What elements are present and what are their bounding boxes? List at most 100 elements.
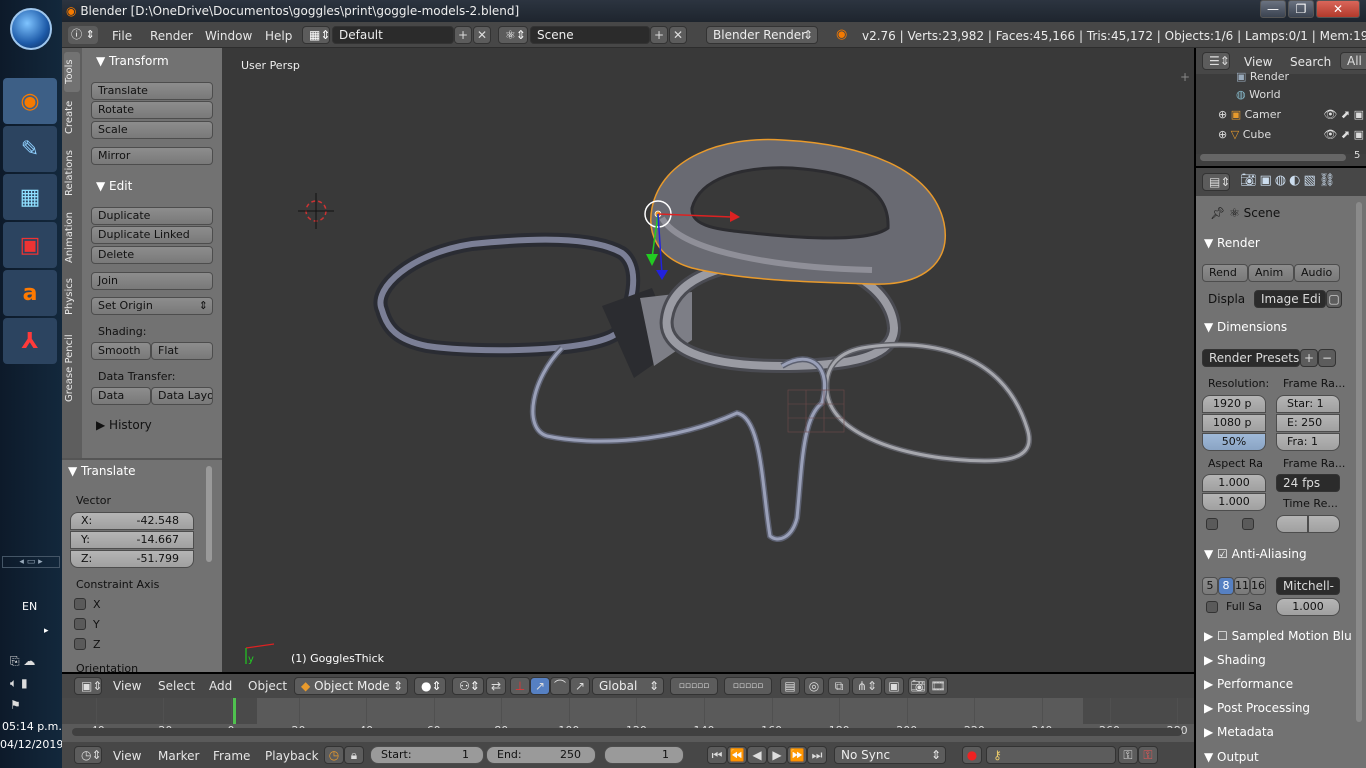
frame-step-field[interactable]: Fra: 1 xyxy=(1276,433,1340,451)
translate-button[interactable]: Translate xyxy=(91,82,213,100)
menu-frame[interactable]: Frame xyxy=(213,749,250,763)
render-presets-dropdown[interactable]: Render Presets xyxy=(1202,349,1300,367)
aa-samples-5[interactable]: 5 xyxy=(1202,577,1218,595)
layers-grid-b[interactable]: ▫▫▫▫▫ xyxy=(724,677,772,695)
data-layout-button[interactable]: Data Layo xyxy=(151,387,213,405)
aa-samples-16[interactable]: 16 xyxy=(1250,577,1266,595)
resolution-x-field[interactable]: 1920 p xyxy=(1202,395,1266,413)
render-button[interactable]: Rend xyxy=(1202,264,1248,282)
pin-icon[interactable]: 📌︎ xyxy=(1210,206,1225,220)
add-preset-button[interactable]: + xyxy=(1300,349,1318,367)
shading-panel-title[interactable]: ▶ Shading xyxy=(1204,653,1266,667)
jump-keyframe-back-button[interactable]: ⏪ xyxy=(727,746,747,764)
crop-checkbox[interactable] xyxy=(1242,518,1254,530)
editor-type-icon[interactable]: ◷⇕ xyxy=(74,746,102,764)
list-item[interactable]: ⊕ ▣ Camer 👁︎ ⬈ ▣ xyxy=(1218,108,1364,121)
manipulator-toggle[interactable]: ⇄ xyxy=(486,677,506,695)
render-anim-icon[interactable]: 🎞︎ xyxy=(928,677,948,695)
operator-title[interactable]: ▼ Translate xyxy=(68,464,136,478)
transform-panel-title[interactable]: ▼ Transform xyxy=(96,54,169,68)
smooth-button[interactable]: Smooth xyxy=(91,342,151,360)
performance-panel-title[interactable]: ▶ Performance xyxy=(1204,677,1293,691)
vector-x-field[interactable]: X: -42.548 xyxy=(70,512,194,530)
constraint-y-checkbox[interactable] xyxy=(74,618,86,630)
notepad-taskbar-icon[interactable]: ✎ xyxy=(3,126,57,172)
control-panel-taskbar-icon[interactable]: ▦ xyxy=(3,174,57,220)
menu-view[interactable]: View xyxy=(1244,55,1272,69)
layers-grid-a[interactable]: ▫▫▫▫▫ xyxy=(670,677,718,695)
3d-viewport[interactable]: User Persp y (1) GogglesThick + xyxy=(222,48,1194,672)
output-panel-title[interactable]: ▼ Output xyxy=(1204,750,1259,764)
start-frame-field[interactable]: Start: 1 xyxy=(370,746,484,764)
jump-keyframe-forward-button[interactable]: ⏩ xyxy=(787,746,807,764)
history-panel-title[interactable]: ▶ History xyxy=(96,418,152,432)
menu-search[interactable]: Search xyxy=(1290,55,1331,69)
time-remap-old-field[interactable] xyxy=(1276,515,1308,533)
frame-start-field[interactable]: Star: 1 xyxy=(1276,395,1340,413)
maximize-button[interactable]: ❐ xyxy=(1288,0,1314,18)
tab-grease-pencil[interactable]: Grease Pencil xyxy=(64,328,80,408)
close-button[interactable]: ✕ xyxy=(1316,0,1360,18)
transform-orientation-icon[interactable]: ↗ xyxy=(570,677,590,695)
clock-date[interactable]: 04/12/2019 xyxy=(0,738,63,751)
metadata-panel-title[interactable]: ▶ Metadata xyxy=(1204,725,1274,739)
border-checkbox[interactable] xyxy=(1206,518,1218,530)
menu-view[interactable]: View xyxy=(113,749,141,763)
render-engine-dropdown[interactable]: Blender Render ⇕ xyxy=(706,26,818,44)
rotate-button[interactable]: Rotate xyxy=(91,101,213,119)
tab-tools[interactable]: Tools xyxy=(64,52,80,92)
snap-target-icon[interactable]: ▣ xyxy=(884,677,904,695)
remove-layout-button[interactable]: ✕ xyxy=(473,26,491,44)
resolution-percent-field[interactable]: 50% xyxy=(1202,433,1266,451)
editor-type-icon[interactable]: ⓘ ⇕ xyxy=(68,26,98,44)
menu-playback[interactable]: Playback xyxy=(265,749,319,763)
timeline-scrollbar[interactable] xyxy=(72,728,1182,736)
menu-marker[interactable]: Marker xyxy=(158,749,199,763)
join-button[interactable]: Join xyxy=(91,272,213,290)
toolbox-taskbar-icon[interactable]: ▣ xyxy=(3,222,57,268)
tab-relations[interactable]: Relations xyxy=(64,144,80,202)
minimize-button[interactable]: — xyxy=(1260,0,1286,18)
aa-filter-size-field[interactable]: 1.000 xyxy=(1276,598,1340,616)
outliner-hscrollbar[interactable] xyxy=(1200,154,1346,161)
dimensions-panel-title[interactable]: ▼ Dimensions xyxy=(1204,320,1287,334)
add-layout-button[interactable]: + xyxy=(454,26,472,44)
aa-filter-dropdown[interactable]: Mitchell- xyxy=(1276,577,1340,595)
anti-aliasing-panel-title[interactable]: ▼ ☑ Anti-Aliasing xyxy=(1204,547,1307,561)
aa-samples-8[interactable]: 8 xyxy=(1218,577,1234,595)
play-reverse-button[interactable]: ◀ xyxy=(747,746,767,764)
expand-icon[interactable]: ⊕ xyxy=(1218,128,1227,141)
remove-scene-button[interactable]: ✕ xyxy=(669,26,687,44)
menu-help[interactable]: Help xyxy=(265,29,292,43)
timeline-playhead[interactable] xyxy=(233,698,237,724)
scroll-arrows[interactable]: ◂ ▭ ▸ xyxy=(2,556,60,568)
list-item[interactable]: ▣ Render xyxy=(1236,70,1289,83)
timeline[interactable]: -40-200204060801001201401601802002202402… xyxy=(62,698,1194,742)
visibility-icons[interactable]: 👁︎ ⬈ ▣ xyxy=(1323,108,1364,121)
screen-layout-icon[interactable]: ▦⇕ xyxy=(302,26,330,44)
translate-manipulator-icon[interactable]: ⊥ xyxy=(510,677,530,695)
snap-element-dropdown[interactable]: ⋔⇕ xyxy=(852,677,882,695)
delete-keyframe-icon[interactable]: ⚿ xyxy=(1138,746,1158,764)
keying-set-field[interactable]: ⚷ xyxy=(986,746,1116,764)
language-indicator[interactable]: EN xyxy=(22,600,37,613)
orientation-dropdown[interactable]: Global ⇕ xyxy=(592,677,664,695)
tab-create[interactable]: Create xyxy=(64,96,80,138)
menu-window[interactable]: Window xyxy=(205,29,252,43)
proportional-edit-icon[interactable]: ◎ xyxy=(804,677,824,695)
add-scene-button[interactable]: + xyxy=(650,26,668,44)
constraint-x-checkbox[interactable] xyxy=(74,598,86,610)
shading-dropdown[interactable]: ●⇕ xyxy=(414,677,446,695)
list-item[interactable]: ◍ World xyxy=(1236,88,1281,101)
tray-icons[interactable]: ⎘ ☁ 🔈︎ ▮ ⚑ xyxy=(10,650,56,716)
audio-button[interactable]: Audio xyxy=(1294,264,1340,282)
frame-end-field[interactable]: E: 250 xyxy=(1276,414,1340,432)
menu-file[interactable]: File xyxy=(112,29,132,43)
mode-dropdown[interactable]: ◆ Object Mode ⇕ xyxy=(294,677,408,695)
acrobat-taskbar-icon[interactable]: ⅄ xyxy=(3,318,57,364)
vector-y-field[interactable]: Y: -14.667 xyxy=(70,531,194,549)
render-still-icon[interactable]: 📷︎ xyxy=(908,677,928,695)
duplicate-linked-button[interactable]: Duplicate Linked xyxy=(91,226,213,244)
lock-icon[interactable]: 🔒︎ xyxy=(344,746,364,764)
properties-scrollbar[interactable] xyxy=(1356,202,1362,722)
